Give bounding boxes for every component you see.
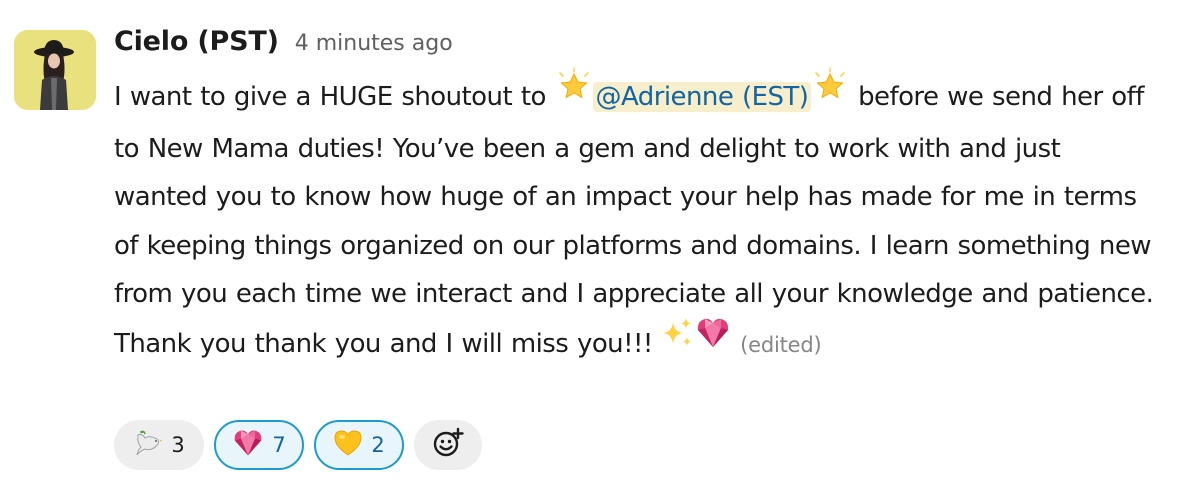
reaction-count: 2 xyxy=(371,433,385,457)
reaction-count: 3 xyxy=(171,433,185,457)
reactions-bar: 3 7 2 xyxy=(114,420,482,470)
message-container: Cielo (PST) 4 minutes ago I want to give… xyxy=(0,0,1180,496)
reaction-yellow-heart[interactable]: 2 xyxy=(314,420,404,470)
edited-label: (edited) xyxy=(740,332,822,357)
message-content: Cielo (PST) 4 minutes ago I want to give… xyxy=(114,26,1154,369)
glowing-star-icon xyxy=(811,67,849,122)
reaction-dove[interactable]: 3 xyxy=(114,420,204,470)
dove-icon xyxy=(133,429,163,462)
add-reaction-icon xyxy=(430,426,466,465)
glowing-star-icon xyxy=(555,67,593,122)
message-timestamp[interactable]: 4 minutes ago xyxy=(295,31,453,56)
sparkles-icon xyxy=(661,316,695,367)
user-mention[interactable]: @Adrienne (EST) xyxy=(592,81,812,112)
add-reaction-button[interactable] xyxy=(414,420,482,470)
person-avatar-icon xyxy=(14,30,96,110)
message-header: Cielo (PST) 4 minutes ago xyxy=(114,26,1154,66)
reaction-gem-heart[interactable]: 7 xyxy=(214,420,304,470)
sender-name[interactable]: Cielo (PST) xyxy=(114,26,279,57)
yellow-heart-icon xyxy=(333,429,363,462)
reaction-count: 7 xyxy=(272,433,286,457)
message-body: I want to give a HUGE shoutout to @Adrie… xyxy=(114,67,1154,369)
gem-heart-icon xyxy=(695,316,731,367)
message-text-part: I want to give a HUGE shoutout to xyxy=(114,81,555,112)
avatar[interactable] xyxy=(14,30,96,110)
gem-heart-icon xyxy=(232,428,264,463)
message-text-part: before we send her off to New Mama dutie… xyxy=(114,81,1154,359)
